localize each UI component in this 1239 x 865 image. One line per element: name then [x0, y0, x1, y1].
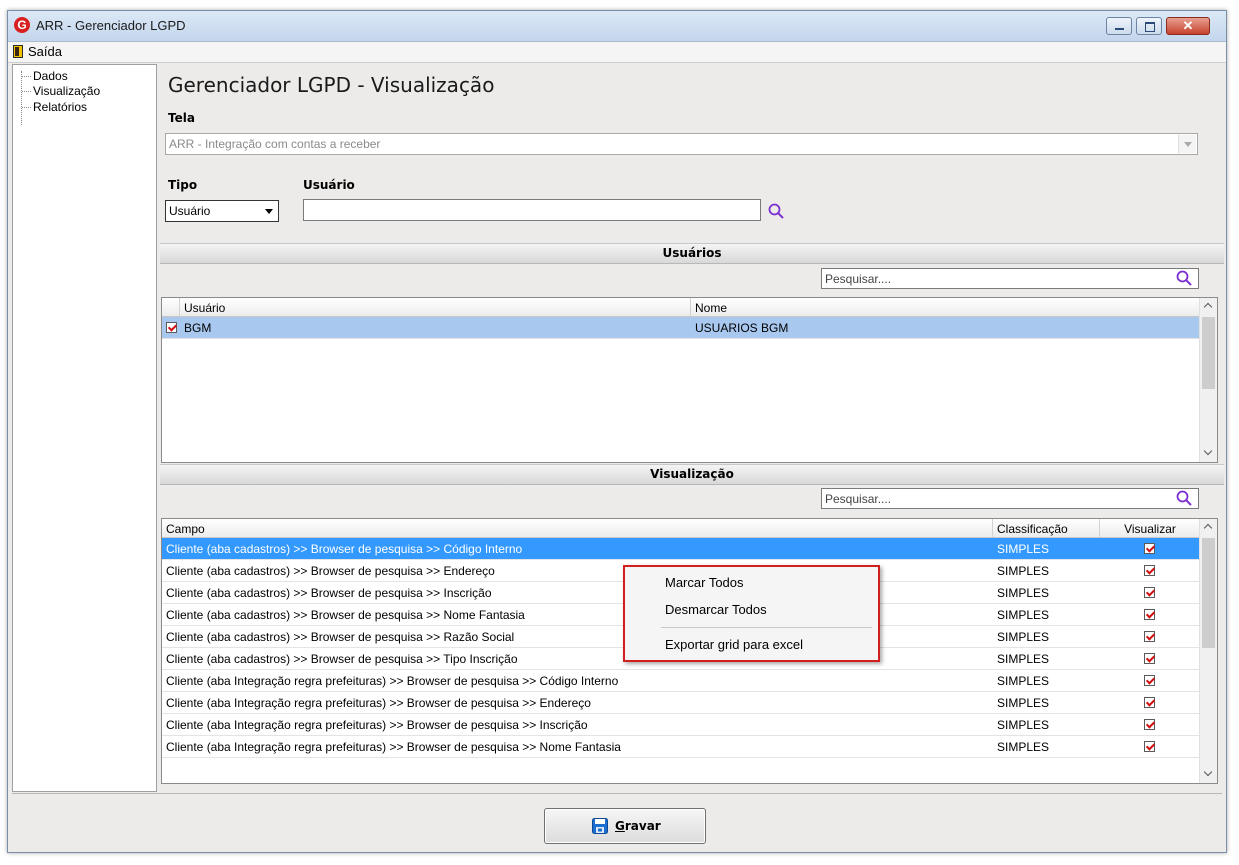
scroll-up-icon[interactable] [1200, 519, 1217, 536]
cell-campo: Cliente (aba Integração regra prefeitura… [166, 740, 621, 754]
cell-classificacao: SIMPLES [997, 718, 1050, 732]
tree-item-visualizacao[interactable]: Visualização [21, 84, 100, 98]
scroll-thumb[interactable] [1202, 538, 1215, 648]
visualizacao-section-header: Visualização [160, 464, 1224, 485]
table-row[interactable]: Cliente (aba Integração regra prefeitura… [162, 670, 1201, 692]
tela-select-value: ARR - Integração com contas a receber [169, 137, 381, 151]
menu-item-exportar-excel[interactable]: Exportar grid para excel [665, 637, 803, 652]
cell-campo: Cliente (aba cadastros) >> Browser de pe… [166, 564, 495, 578]
cell-classificacao: SIMPLES [997, 652, 1050, 666]
chevron-down-icon[interactable] [1178, 135, 1196, 153]
visualizar-checkbox[interactable] [1144, 741, 1155, 752]
tree-connector [21, 71, 23, 125]
usuarios-grid: Usuário Nome BGM USUARIOS BGM [161, 297, 1218, 463]
maximize-button[interactable] [1136, 17, 1162, 35]
visualizar-checkbox[interactable] [1144, 719, 1155, 730]
visualizar-checkbox[interactable] [1144, 565, 1155, 576]
cell-classificacao: SIMPLES [997, 586, 1050, 600]
exit-door-icon [13, 45, 23, 58]
chevron-down-icon[interactable] [260, 202, 277, 220]
title-bar[interactable]: G ARR - Gerenciador LGPD ✕ [8, 11, 1226, 42]
maximize-icon [1145, 22, 1155, 32]
save-button[interactable]: Gravar [544, 808, 706, 844]
cell-classificacao: SIMPLES [997, 674, 1050, 688]
table-row[interactable]: Cliente (aba cadastros) >> Browser de pe… [162, 538, 1201, 560]
grid-header-checkbox [162, 298, 180, 317]
search-icon[interactable] [1176, 490, 1192, 506]
visualizar-checkbox[interactable] [1144, 631, 1155, 642]
cell-campo: Cliente (aba Integração regra prefeitura… [166, 674, 619, 688]
cell-classificacao: SIMPLES [997, 608, 1050, 622]
usuario-input[interactable] [303, 199, 761, 221]
scroll-thumb[interactable] [1202, 317, 1215, 389]
table-row[interactable]: BGM USUARIOS BGM [162, 317, 1201, 339]
row-checkbox[interactable] [166, 322, 177, 333]
usuarios-section-header: Usuários [160, 243, 1224, 264]
app-logo-icon: G [14, 17, 30, 33]
visualizar-checkbox[interactable] [1144, 675, 1155, 686]
tela-select[interactable]: ARR - Integração com contas a receber [165, 133, 1198, 155]
minimize-icon [1115, 28, 1124, 30]
visualizar-checkbox[interactable] [1144, 587, 1155, 598]
save-button-label: Gravar [615, 819, 661, 833]
menu-item-saida[interactable]: Saída [28, 44, 62, 59]
window-title: ARR - Gerenciador LGPD [36, 18, 186, 33]
table-row[interactable]: Cliente (aba Integração regra prefeitura… [162, 714, 1201, 736]
cell-campo: Cliente (aba cadastros) >> Browser de pe… [166, 652, 518, 666]
grid-header-usuario[interactable]: Usuário [180, 298, 691, 317]
close-button[interactable]: ✕ [1166, 17, 1210, 35]
grid-header-classificacao[interactable]: Classificação [993, 519, 1100, 538]
grid-header-visualizar[interactable]: Visualizar [1100, 519, 1201, 538]
cell-classificacao: SIMPLES [997, 630, 1050, 644]
visualizar-checkbox[interactable] [1144, 609, 1155, 620]
cell-classificacao: SIMPLES [997, 740, 1050, 754]
tree-item-dados[interactable]: Dados [22, 69, 68, 83]
app-window: G ARR - Gerenciador LGPD ✕ Saída Dados V… [7, 10, 1227, 853]
search-icon[interactable] [1176, 270, 1192, 286]
table-row[interactable]: Cliente (aba Integração regra prefeitura… [162, 736, 1201, 758]
menu-bar: Saída [8, 42, 1226, 63]
tipo-select[interactable]: Usuário [165, 200, 279, 222]
cell-campo: Cliente (aba Integração regra prefeitura… [166, 696, 591, 710]
grid-header-campo[interactable]: Campo [162, 519, 993, 538]
menu-separator [661, 627, 872, 628]
scroll-down-icon[interactable] [1200, 445, 1217, 462]
floppy-disk-icon [592, 818, 608, 834]
navigation-tree: Dados Visualização Relatórios [12, 64, 157, 792]
context-menu: Marcar Todos Desmarcar Todos Exportar gr… [623, 565, 880, 662]
table-row[interactable]: Cliente (aba Integração regra prefeitura… [162, 692, 1201, 714]
cell-usuario: BGM [184, 321, 212, 335]
cell-campo: Cliente (aba cadastros) >> Browser de pe… [166, 586, 492, 600]
cell-classificacao: SIMPLES [997, 542, 1050, 556]
menu-item-marcar-todos[interactable]: Marcar Todos [665, 575, 744, 590]
footer-divider [12, 793, 1222, 794]
page-title: Gerenciador LGPD - Visualização [168, 73, 495, 97]
scroll-down-icon[interactable] [1200, 766, 1217, 783]
tipo-select-value: Usuário [169, 204, 211, 218]
visualizar-checkbox[interactable] [1144, 543, 1155, 554]
tipo-label: Tipo [168, 178, 198, 192]
cell-nome: USUARIOS BGM [695, 321, 789, 335]
menu-item-desmarcar-todos[interactable]: Desmarcar Todos [665, 602, 767, 617]
cell-campo: Cliente (aba cadastros) >> Browser de pe… [166, 630, 515, 644]
cell-classificacao: SIMPLES [997, 696, 1050, 710]
cell-campo: Cliente (aba Integração regra prefeitura… [166, 718, 588, 732]
usuarios-scrollbar[interactable] [1199, 298, 1217, 462]
cell-campo: Cliente (aba cadastros) >> Browser de pe… [166, 542, 523, 556]
search-icon[interactable] [768, 203, 784, 219]
tree-item-relatorios[interactable]: Relatórios [21, 100, 87, 114]
usuario-label: Usuário [303, 178, 355, 192]
cell-classificacao: SIMPLES [997, 564, 1050, 578]
visualizar-checkbox[interactable] [1144, 653, 1155, 664]
usuarios-search-input[interactable]: Pesquisar.... [821, 268, 1199, 289]
visualizar-checkbox[interactable] [1144, 697, 1155, 708]
visualizacao-search-input[interactable]: Pesquisar.... [821, 488, 1199, 509]
visualizacao-scrollbar[interactable] [1199, 519, 1217, 783]
minimize-button[interactable] [1106, 17, 1132, 35]
grid-header-nome[interactable]: Nome [691, 298, 1201, 317]
tela-label: Tela [168, 111, 195, 125]
scroll-up-icon[interactable] [1200, 298, 1217, 315]
cell-campo: Cliente (aba cadastros) >> Browser de pe… [166, 608, 525, 622]
close-icon: ✕ [1182, 18, 1194, 33]
